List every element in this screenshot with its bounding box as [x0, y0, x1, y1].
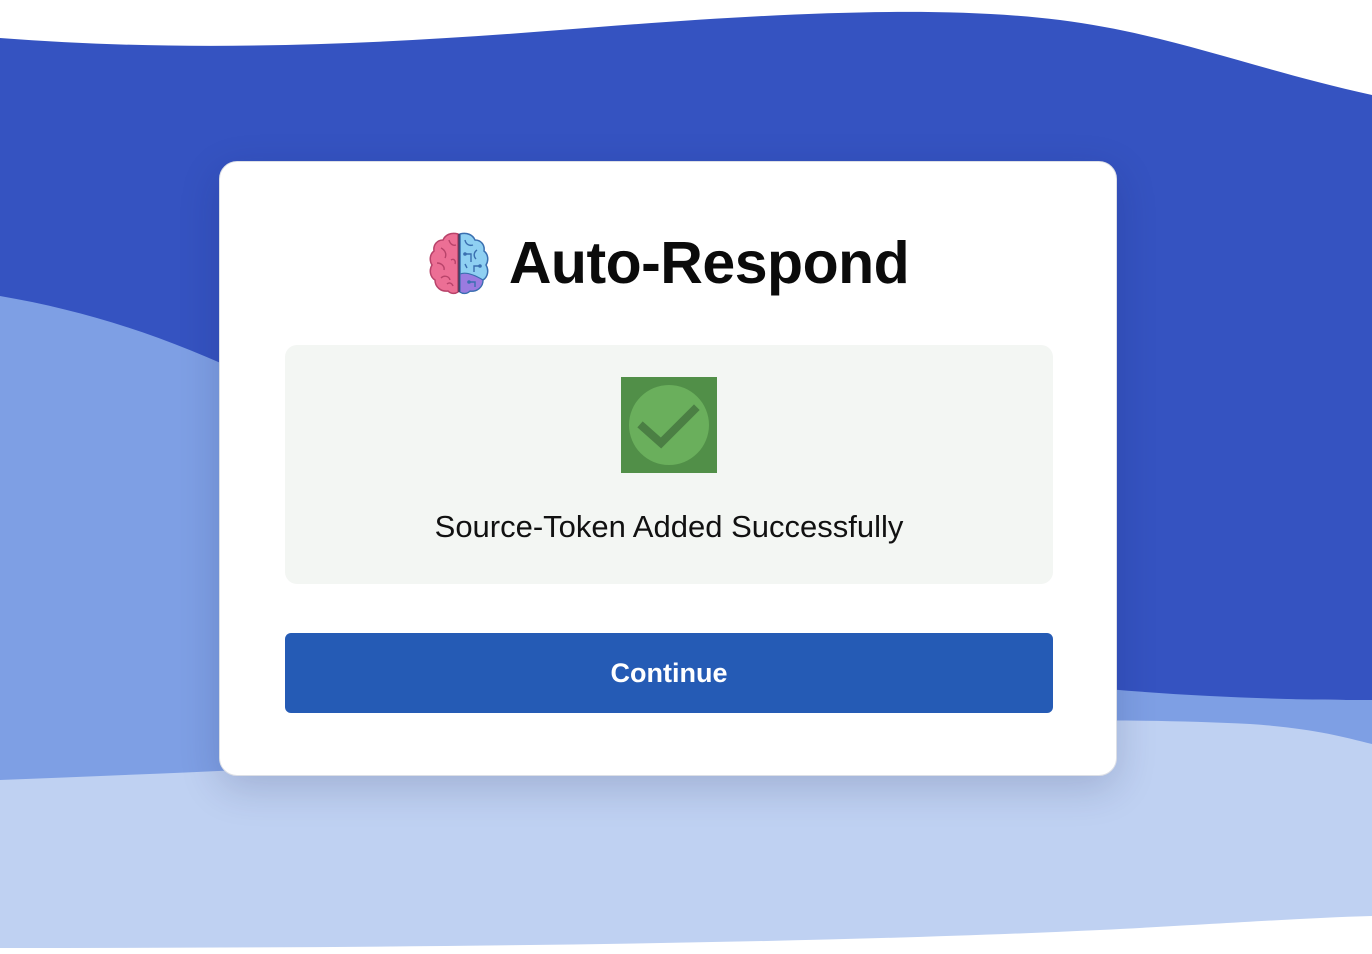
page-background: Auto-Respond Source-Token Added Successf…: [0, 0, 1372, 954]
success-tile: [621, 377, 717, 473]
app-title: Auto-Respond: [508, 229, 910, 296]
check-circle-icon: [629, 385, 709, 465]
brand-header: Auto-Respond: [220, 228, 1118, 298]
brain-icon: [429, 232, 489, 295]
success-message: Source-Token Added Successfully: [434, 509, 904, 544]
success-card: Auto-Respond Source-Token Added Successf…: [219, 161, 1117, 776]
success-panel: Source-Token Added Successfully: [285, 345, 1053, 584]
continue-button[interactable]: Continue: [285, 633, 1053, 713]
